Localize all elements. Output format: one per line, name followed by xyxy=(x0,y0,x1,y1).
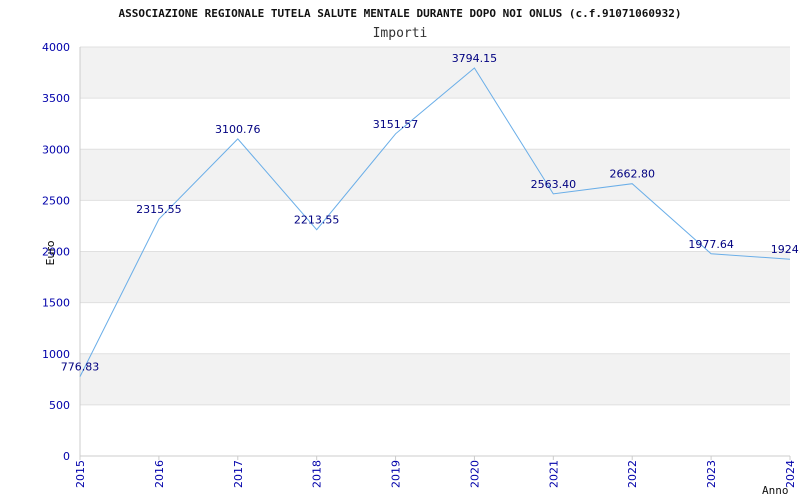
series-line-path xyxy=(79,67,791,377)
data-label: 776.83 xyxy=(61,361,100,374)
y-tick-label: 1500 xyxy=(42,297,70,310)
x-axis-label: Anno xyxy=(762,484,789,497)
chart-subtitle: Importi xyxy=(373,26,428,41)
y-tick-label: 0 xyxy=(63,450,70,463)
series-line xyxy=(79,67,791,377)
y-tick-label: 3000 xyxy=(42,143,70,156)
grid-band xyxy=(80,251,790,303)
data-label: 2213.55 xyxy=(294,214,340,227)
data-label: 3151.57 xyxy=(373,118,419,131)
x-tick-label: 2016 xyxy=(153,460,166,488)
chart: ASSOCIAZIONE REGIONALE TUTELA SALUTE MEN… xyxy=(42,7,800,497)
y-tick-label: 3500 xyxy=(42,92,70,105)
x-tick-label: 2023 xyxy=(705,460,718,488)
grid-band xyxy=(80,47,790,99)
y-tick-label: 4000 xyxy=(42,41,70,54)
data-label: 1977.64 xyxy=(688,238,734,251)
data-label: 2315.55 xyxy=(136,203,182,216)
x-tick-label: 2020 xyxy=(468,460,481,488)
data-labels: 776.83 2315.55 3100.76 2213.55 3151.57 3794.1… xyxy=(61,52,800,374)
x-tick-label: 2022 xyxy=(626,460,639,488)
x-tick-label: 2021 xyxy=(547,460,560,488)
grid-band xyxy=(80,353,790,405)
grid-band xyxy=(80,149,790,201)
data-label: 3794.15 xyxy=(452,52,498,65)
x-tick-labels: 2015 2016 2017 2018 2019 2020 2021 2022 2023 2024 xyxy=(74,460,797,488)
y-tick-label: 2500 xyxy=(42,194,70,207)
y-tick-label: 500 xyxy=(49,399,70,412)
data-label: 2662.80 xyxy=(609,168,655,181)
data-label: 2563.40 xyxy=(531,178,577,191)
y-axis-label: Euro xyxy=(44,240,57,265)
chart-title: ASSOCIAZIONE REGIONALE TUTELA SALUTE MEN… xyxy=(119,7,682,20)
data-label: 3100.76 xyxy=(215,123,261,136)
x-tick-label: 2015 xyxy=(74,460,87,488)
x-tick-label: 2017 xyxy=(232,460,245,488)
x-tick-label: 2019 xyxy=(390,460,403,488)
x-tick-label: 2018 xyxy=(311,460,324,488)
data-label: 1924.5 xyxy=(771,243,800,256)
y-tick-label: 1000 xyxy=(42,348,70,361)
